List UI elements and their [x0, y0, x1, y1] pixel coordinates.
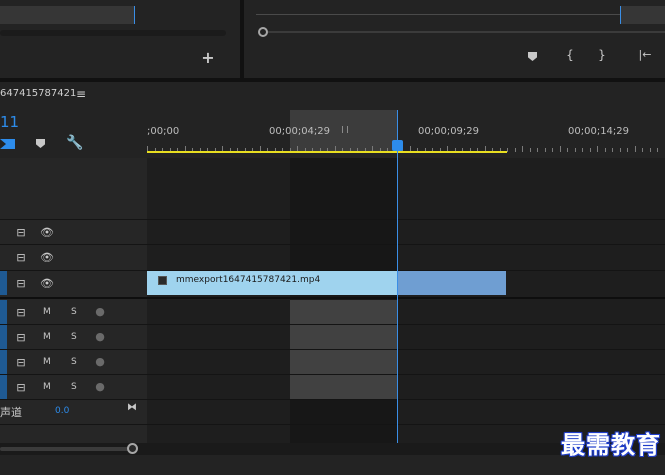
- row-separator: [0, 244, 665, 245]
- watermark-logo: 最需教育: [561, 430, 661, 459]
- playhead-timecode[interactable]: 11: [0, 113, 19, 131]
- ruler-tick: [559, 146, 561, 152]
- toggle-sync-lock-icon[interactable]: ⊟: [14, 381, 28, 394]
- panel-menu-icon[interactable]: ≡: [76, 87, 86, 101]
- fx-badge-icon: [158, 276, 167, 285]
- microphone-icon[interactable]: ●: [95, 330, 105, 343]
- ruler-tick: [634, 146, 636, 152]
- ruler-tick: [507, 148, 508, 152]
- work-area-bar[interactable]: [147, 151, 507, 153]
- ruler-tick: [552, 148, 553, 152]
- ruler-label: 00;00;14;29: [568, 126, 630, 137]
- source-patch-a2[interactable]: [0, 325, 7, 349]
- master-volume-value[interactable]: 0.0: [55, 406, 69, 416]
- ruler-tick: [544, 148, 546, 152]
- program-monitor-panel: { } |←: [244, 0, 665, 78]
- ruler-tick: [642, 148, 643, 152]
- audio-region: [290, 325, 397, 349]
- eye-icon[interactable]: 👁: [40, 277, 54, 290]
- source-zoom-scrollbar[interactable]: [0, 30, 226, 36]
- audio-region: [290, 350, 397, 374]
- go-to-in-icon[interactable]: |←: [636, 48, 654, 62]
- toggle-sync-lock-icon[interactable]: ⊟: [14, 306, 28, 319]
- ruler-tick: [522, 146, 523, 152]
- ruler-tick: [567, 148, 568, 152]
- toggle-sync-lock-icon[interactable]: ⊟: [14, 251, 28, 264]
- add-marker-icon[interactable]: [528, 52, 537, 61]
- video-clip-after-playhead[interactable]: [397, 271, 506, 295]
- solo-button[interactable]: S: [71, 307, 77, 317]
- ruler-label: ;00;00: [147, 126, 180, 137]
- mute-button[interactable]: M: [43, 307, 51, 317]
- source-patch-v1[interactable]: [0, 271, 7, 295]
- solo-button[interactable]: S: [71, 357, 77, 367]
- audio-region: [290, 375, 397, 399]
- toggle-sync-lock-icon[interactable]: ⊟: [14, 331, 28, 344]
- program-playhead-line: [620, 6, 621, 24]
- playhead-handle[interactable]: [392, 140, 403, 151]
- ruler-tick: [589, 148, 591, 152]
- range-grip-icon[interactable]: [342, 126, 348, 133]
- ruler-tick: [574, 148, 576, 152]
- go-to-end-icon[interactable]: ⧓: [126, 402, 138, 414]
- program-zoom-track[interactable]: [260, 31, 665, 33]
- toggle-sync-lock-icon[interactable]: ⊟: [14, 277, 28, 290]
- eye-icon[interactable]: 👁: [40, 251, 54, 264]
- source-patch-a4[interactable]: [0, 375, 7, 399]
- ruler-tick: [619, 148, 621, 152]
- ruler-tick: [597, 146, 598, 152]
- ruler-tick: [657, 148, 658, 152]
- plus-icon[interactable]: +: [200, 50, 216, 66]
- source-playhead-line: [134, 6, 135, 24]
- sequence-name: 647415787421: [0, 88, 77, 99]
- wrench-icon[interactable]: 🔧: [66, 135, 83, 151]
- ruler-tick: [649, 148, 651, 152]
- row-separator: [0, 399, 665, 400]
- source-patch-a1[interactable]: [0, 300, 7, 324]
- ruler-tick: [537, 148, 538, 152]
- master-track-label: 声道: [0, 406, 22, 419]
- row-separator: [0, 219, 665, 220]
- track-area[interactable]: [147, 158, 665, 443]
- source-patch-a3[interactable]: [0, 350, 7, 374]
- mute-button[interactable]: M: [43, 382, 51, 392]
- audio-region: [290, 300, 397, 324]
- clip-name: mmexport1647415787421.mp4: [176, 275, 321, 285]
- ruler-tick: [529, 148, 531, 152]
- ruler-label: 00;00;09;29: [418, 126, 480, 137]
- mark-in-icon[interactable]: {: [564, 48, 576, 62]
- eye-icon[interactable]: 👁: [40, 226, 54, 239]
- ruler-tick: [612, 148, 613, 152]
- microphone-icon[interactable]: ●: [95, 305, 105, 318]
- mute-button[interactable]: M: [43, 332, 51, 342]
- toggle-sync-lock-icon[interactable]: ⊟: [14, 226, 28, 239]
- mute-button[interactable]: M: [43, 357, 51, 367]
- program-zoom-handle[interactable]: [258, 27, 268, 37]
- playhead-line[interactable]: [397, 110, 398, 443]
- video-audio-divider: [0, 297, 665, 299]
- microphone-icon[interactable]: ●: [95, 355, 105, 368]
- ruler-tick: [582, 148, 583, 152]
- program-mini-ruler: [256, 14, 665, 15]
- program-scrub-zone[interactable]: [620, 6, 665, 24]
- ruler-label: 00;00;04;29: [269, 126, 331, 137]
- source-scrub-zone[interactable]: [0, 6, 134, 24]
- ruler-tick: [627, 148, 628, 152]
- ruler-tick: [604, 148, 606, 152]
- solo-button[interactable]: S: [71, 332, 77, 342]
- source-monitor-panel: +: [0, 0, 240, 78]
- scrollbar-track[interactable]: [0, 447, 130, 451]
- toggle-sync-lock-icon[interactable]: ⊟: [14, 356, 28, 369]
- track-headers: [0, 158, 147, 443]
- mark-out-icon[interactable]: }: [596, 48, 608, 62]
- solo-button[interactable]: S: [71, 382, 77, 392]
- ruler-tick: [514, 148, 516, 152]
- microphone-icon[interactable]: ●: [95, 380, 105, 393]
- scrollbar-zoom-handle[interactable]: [127, 443, 138, 454]
